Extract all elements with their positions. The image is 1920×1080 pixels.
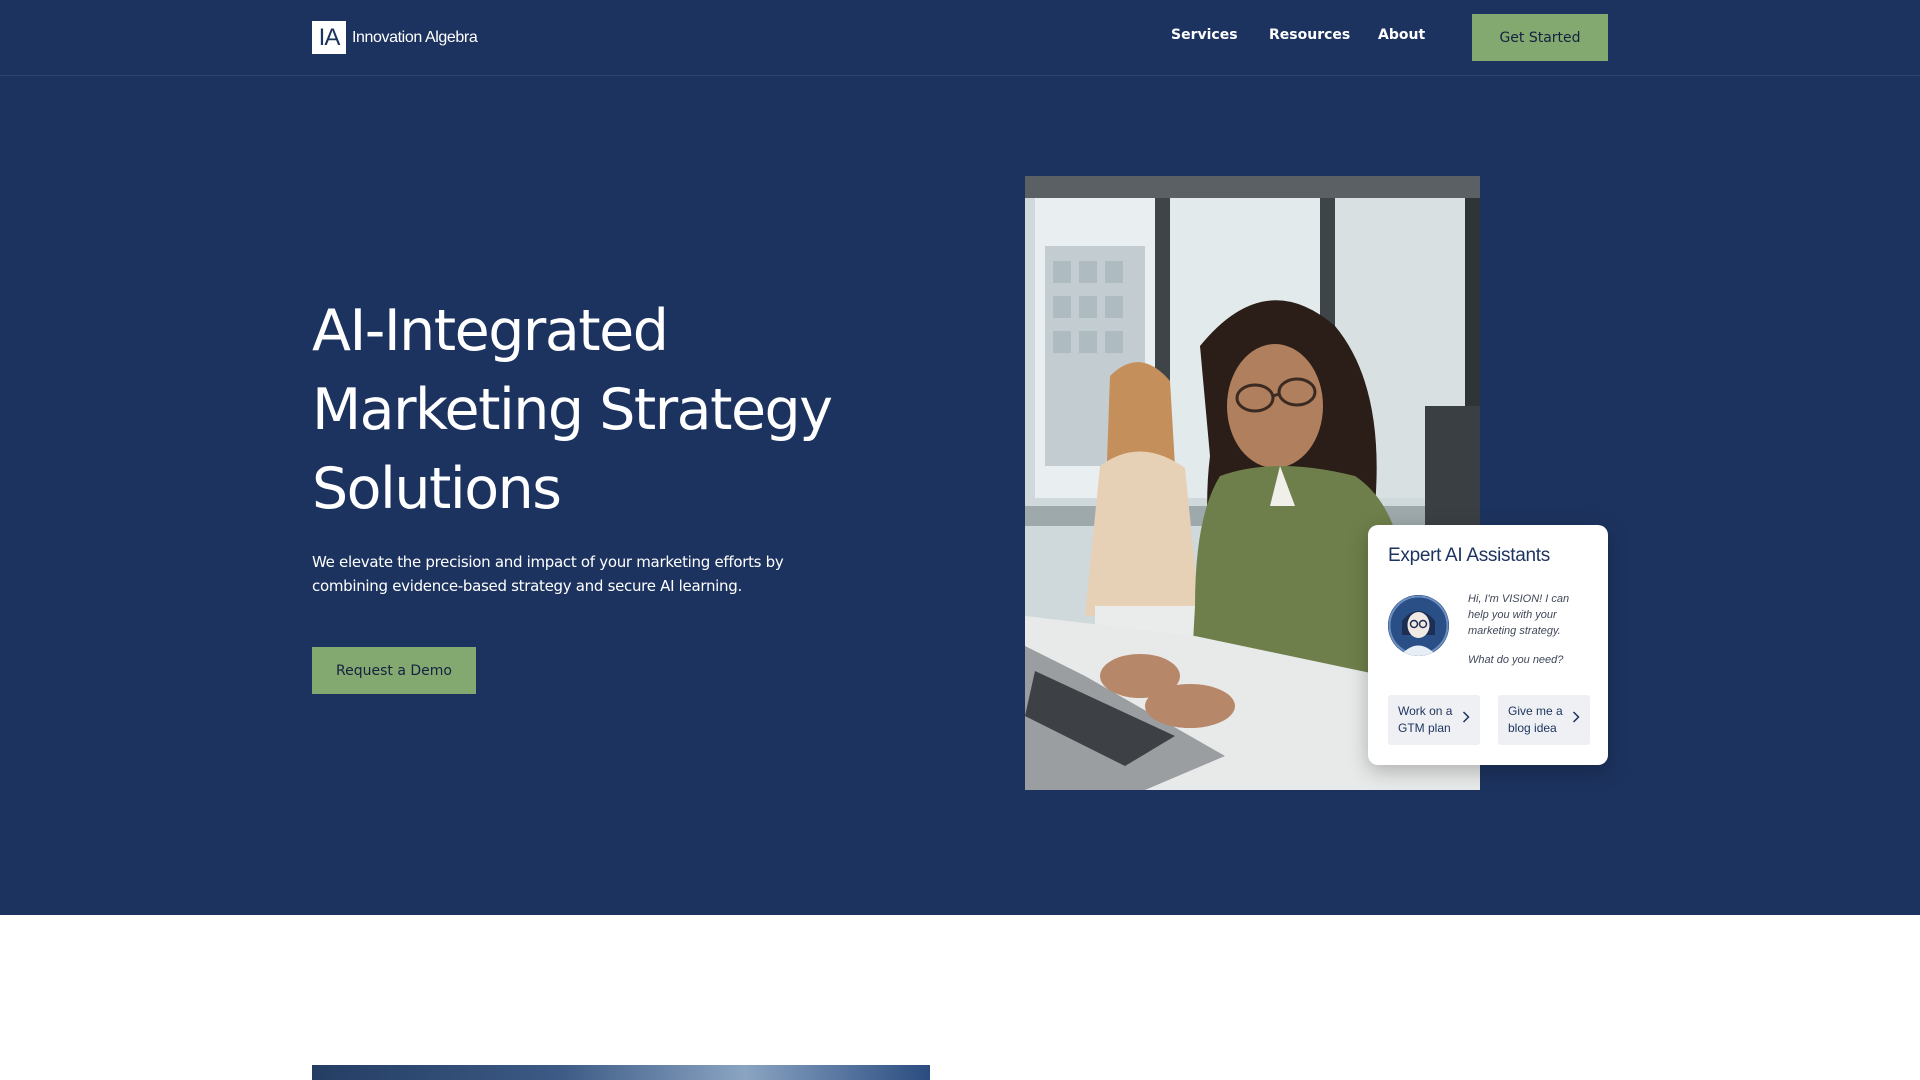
nav-link-services[interactable]: Services — [1171, 27, 1238, 49]
get-started-button[interactable]: Get Started — [1472, 14, 1608, 61]
chevron-right-icon — [1462, 711, 1470, 723]
ai-assistant-card: Expert AI Assistants Hi, I'm VISION! I c… — [1368, 525, 1608, 765]
hero-section: IA Innovation Algebra Services Resources… — [0, 0, 1920, 915]
section-image-preview — [312, 1065, 930, 1080]
suggestion-chip-blog-idea[interactable]: Give me a blog idea — [1498, 695, 1590, 745]
nav-link-resources[interactable]: Resources — [1269, 27, 1350, 49]
logo-wordmark: Innovation Algebra — [352, 28, 478, 46]
headline-line: Marketing Strategy — [312, 377, 833, 443]
chat-card-title: Expert AI Assistants — [1388, 545, 1550, 566]
headline-line: Solutions — [312, 456, 562, 522]
hero-subtext: We elevate the precision and impact of y… — [312, 553, 784, 595]
logo-mark: IA — [312, 21, 346, 54]
suggestion-chip-gtm-plan[interactable]: Work on a GTM plan — [1388, 695, 1480, 745]
request-demo-button[interactable]: Request a Demo — [312, 647, 476, 694]
chip-label: Give me a blog idea — [1508, 704, 1563, 735]
chevron-right-icon — [1572, 711, 1580, 723]
assistant-question: What do you need? — [1468, 654, 1564, 666]
site-logo[interactable]: IA Innovation Algebra — [312, 21, 478, 54]
avatar-illustration — [1388, 595, 1449, 656]
nav-link-about[interactable]: About — [1378, 27, 1425, 49]
assistant-greeting: Hi, I'm VISION! I can help you with your… — [1468, 593, 1570, 637]
hero-headline: AI-Integrated Marketing Strategy Solutio… — [312, 292, 932, 529]
site-header: IA Innovation Algebra Services Resources… — [0, 0, 1920, 76]
headline-line: AI-Integrated — [312, 298, 669, 364]
chip-label: Work on a GTM plan — [1398, 704, 1453, 735]
assistant-avatar — [1388, 595, 1449, 656]
